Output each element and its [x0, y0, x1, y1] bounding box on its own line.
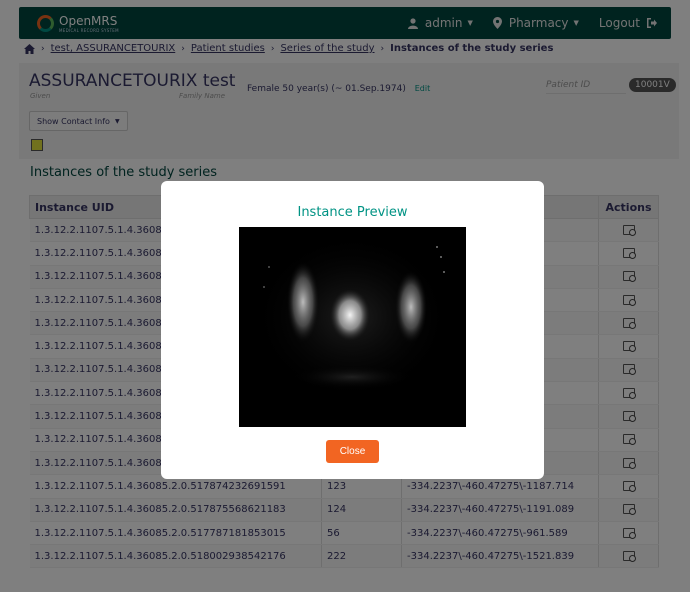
close-button[interactable]: Close [326, 440, 379, 463]
modal-title: Instance Preview [297, 205, 408, 220]
dicom-preview-image [239, 227, 466, 427]
instance-preview-dialog: Instance Preview Close [161, 181, 544, 479]
